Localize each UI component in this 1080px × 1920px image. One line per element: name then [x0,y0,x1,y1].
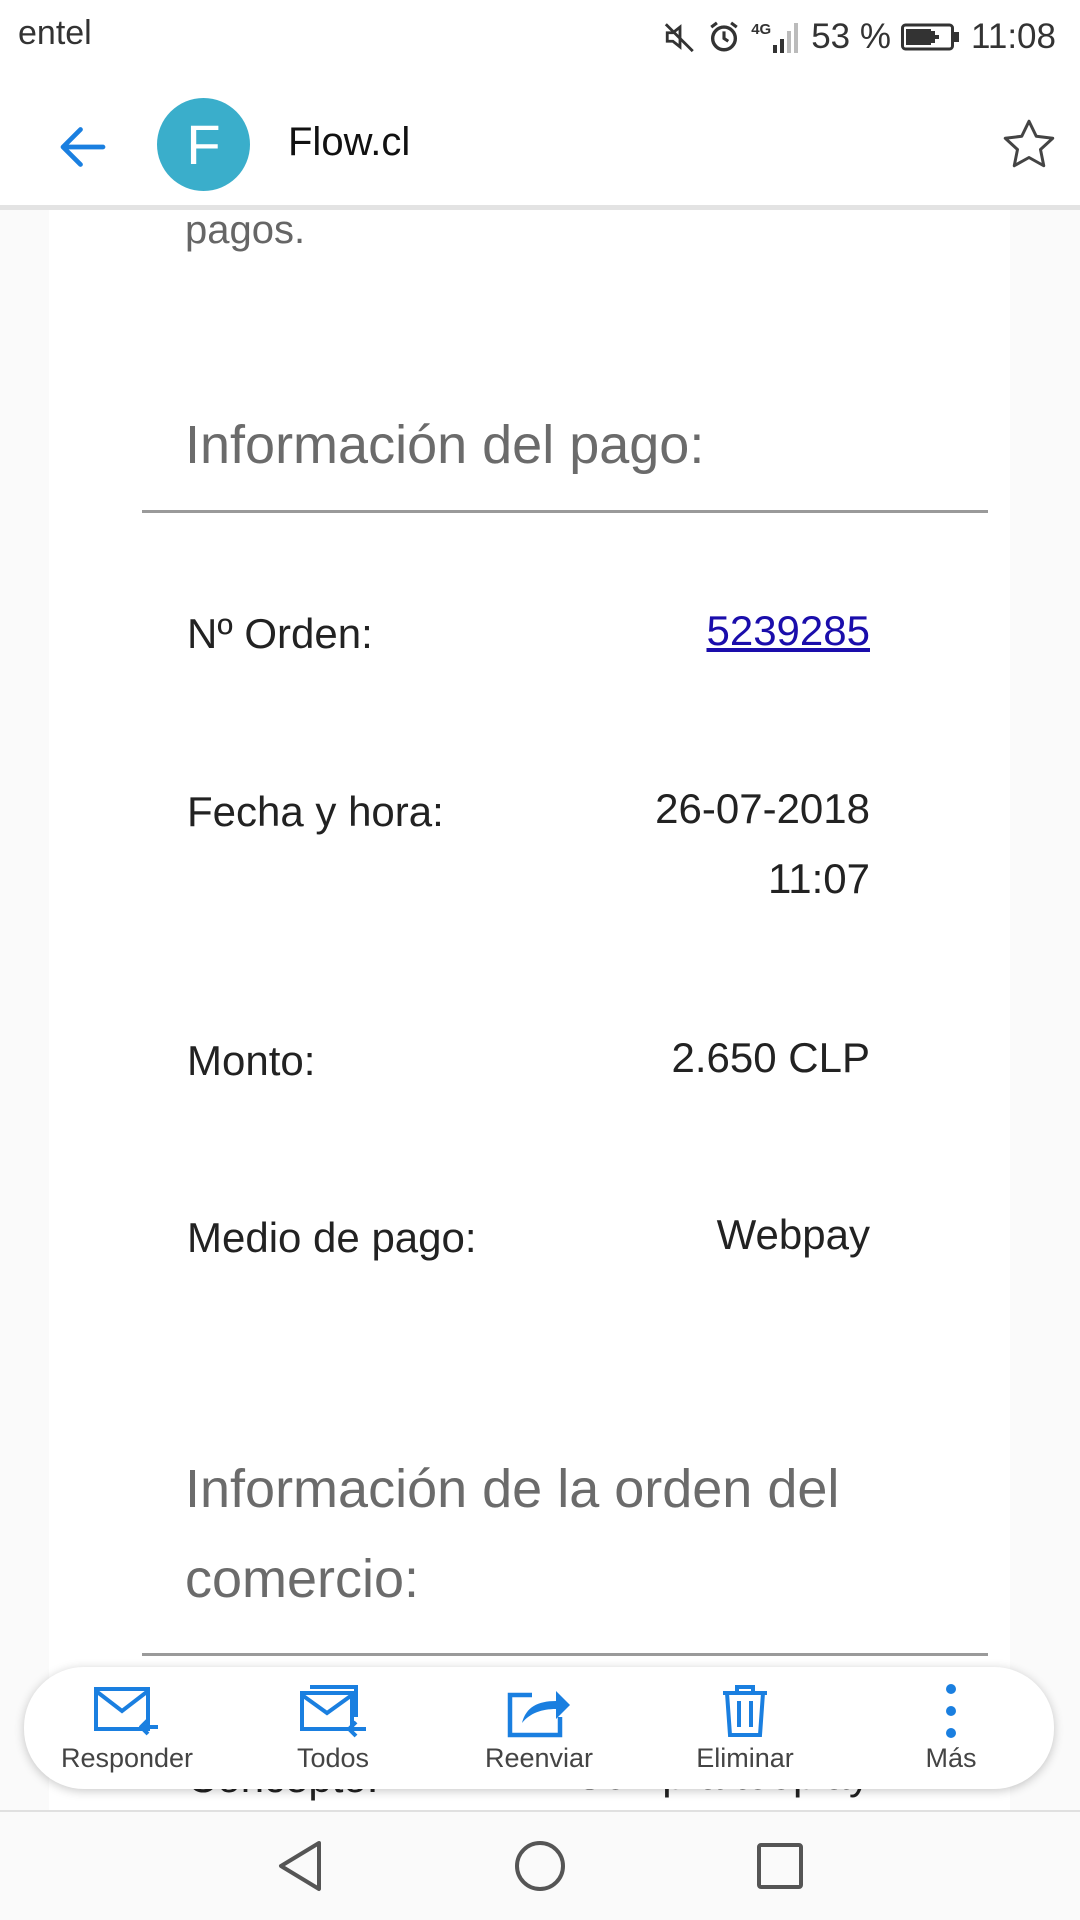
nav-home-button[interactable] [510,1836,570,1896]
order-info-title-line1: Información de la orden del [185,1459,840,1519]
reply-icon [94,1686,158,1735]
star-button[interactable] [996,112,1062,178]
trash-icon [723,1684,767,1737]
alarm-icon [707,20,741,54]
reply-all-button[interactable]: Todos [248,1683,418,1774]
forward-label: Reenviar [484,1742,594,1773]
delete-button[interactable]: Eliminar [660,1683,830,1774]
section-divider [142,510,988,513]
amount-label: Monto: [187,1037,316,1084]
order-number-value[interactable]: 5239285 [706,596,870,666]
delete-label: Eliminar [696,1742,794,1773]
network-type: 4G [751,21,772,38]
reply-label: Responder [60,1742,194,1773]
email-header: F Flow.cl [0,76,1080,210]
reply-all-icon [300,1684,366,1737]
nav-recents-button[interactable] [750,1836,810,1896]
carrier-name: entel [18,14,92,52]
battery-percent: 53 % [811,17,891,56]
clock: 11:08 [971,17,1056,56]
back-button[interactable] [48,112,118,182]
time-value: 11:07 [768,855,870,902]
reply-button[interactable]: Responder [42,1683,212,1774]
sender-avatar[interactable]: F [157,98,250,191]
reply-all-label: Todos [296,1742,370,1773]
date-time-label: Fecha y hora: [187,788,444,835]
sender-name[interactable]: Flow.cl [288,120,410,165]
system-navigation-bar [0,1810,1080,1920]
payment-method-label: Medio de pago: [187,1214,477,1261]
more-button[interactable]: Más [866,1683,1036,1774]
more-vertical-icon [946,1683,956,1738]
order-number-label: Nº Orden: [187,610,373,657]
circle-home-icon [515,1841,565,1891]
battery-icon [901,22,961,52]
email-card: pagos. Información del pago: Nº Orden: 5… [49,210,1010,1810]
forward-icon [507,1690,570,1737]
star-icon [1003,119,1055,168]
back-arrow-icon [60,127,106,167]
order-number-link[interactable]: 5239285 [706,607,870,654]
section-divider [142,1653,988,1656]
status-icons: 4G 53 % 11:08 [663,12,1056,62]
payment-method-value: Webpay [716,1211,870,1258]
nav-back-button[interactable] [270,1836,330,1896]
order-info-title-line2: comercio: [185,1549,420,1609]
more-label: Más [925,1742,977,1773]
forward-button[interactable]: Reenviar [454,1683,624,1774]
date-value: 26-07-2018 [655,785,870,832]
intro-text: pagos. [185,210,306,252]
date-time-value: 26-07-2018 11:07 [655,774,870,914]
muted-icon [663,20,697,54]
signal-icon: 4G [751,21,801,53]
status-bar: entel 4G 53 % 11:08 [0,0,1080,76]
email-action-bar: Responder Todos Reenviar Eliminar Más [24,1667,1054,1789]
square-recents-icon [757,1843,803,1889]
amount-value: 2.650 CLP [671,1034,870,1081]
order-info-title: Información de la orden del comercio: [185,1444,945,1624]
triangle-back-icon [279,1841,321,1891]
payment-info-title: Información del pago: [185,415,705,475]
email-body-scroll[interactable]: pagos. Información del pago: Nº Orden: 5… [0,210,1080,1810]
